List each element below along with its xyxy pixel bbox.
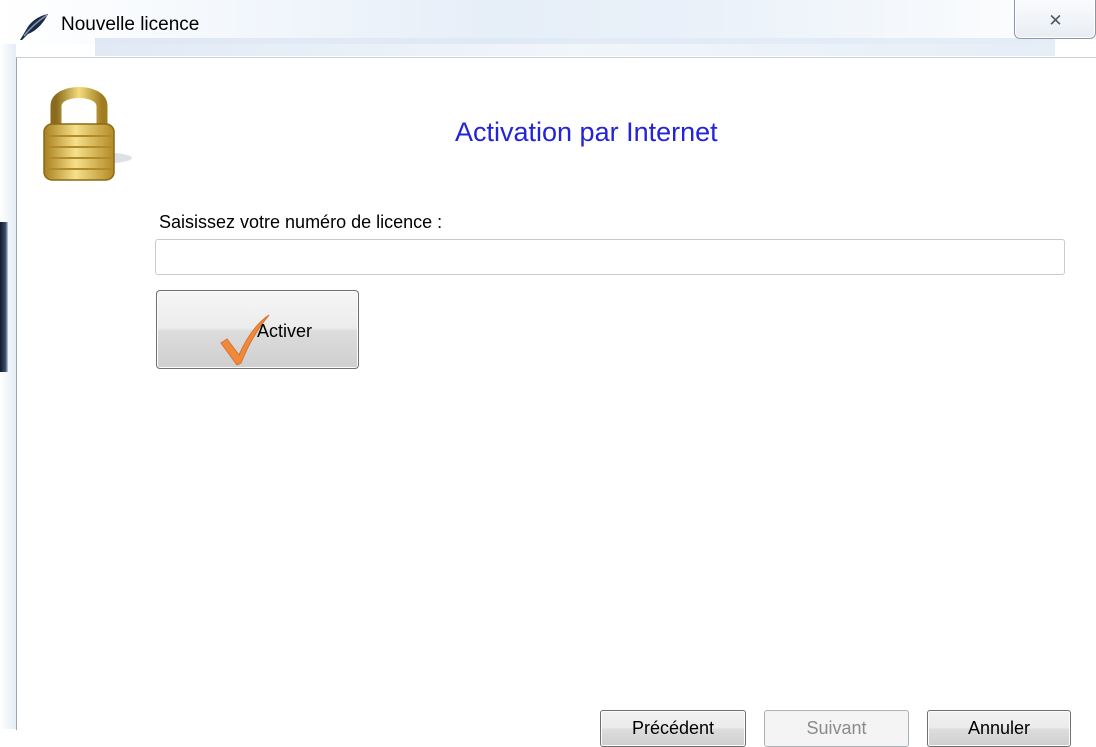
close-icon: ✕	[1048, 10, 1062, 30]
dialog-client-area	[16, 57, 1096, 730]
background-window-ghost	[95, 38, 1055, 56]
license-number-input[interactable]	[155, 239, 1065, 275]
window-title: Nouvelle licence	[61, 14, 200, 35]
pen-icon	[20, 14, 48, 40]
close-button[interactable]: ✕	[1014, 0, 1096, 39]
license-number-label: Saisissez votre numéro de licence :	[159, 212, 443, 232]
window-frame-left	[0, 44, 16, 729]
activate-button-label[interactable]: Activer	[257, 321, 312, 342]
page-heading: Activation par Internet	[455, 117, 718, 147]
padlock-icon	[43, 87, 132, 181]
window-frame-shadow	[0, 222, 8, 372]
